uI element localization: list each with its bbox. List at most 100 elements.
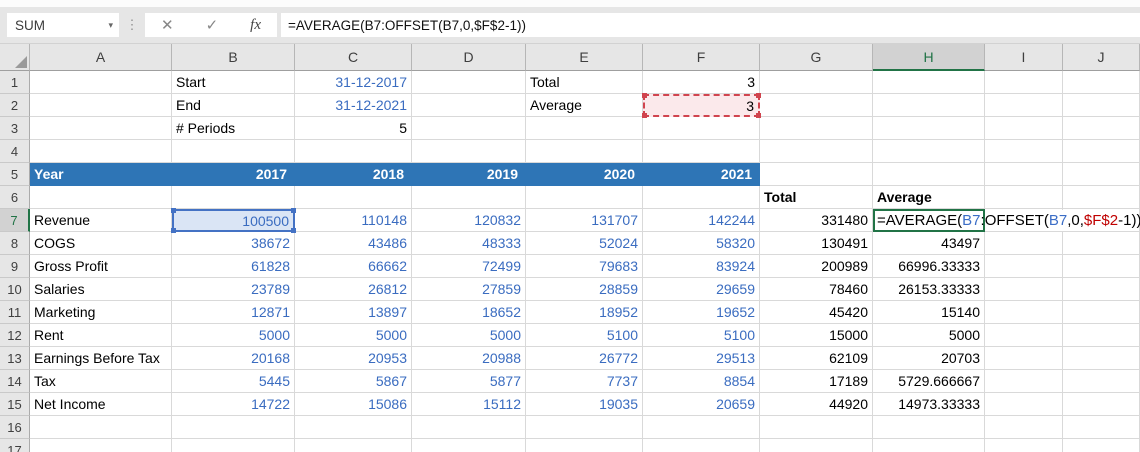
cell-H5[interactable]	[873, 163, 985, 186]
cell-C10[interactable]: 26812	[295, 278, 412, 301]
cell-E10[interactable]: 28859	[526, 278, 643, 301]
selection-handle[interactable]	[642, 93, 647, 98]
cell-E1[interactable]: Total	[526, 71, 643, 94]
cell-I12[interactable]	[985, 324, 1063, 347]
row-header-12[interactable]: 12	[0, 324, 30, 347]
enter-icon[interactable]: ✓	[206, 16, 219, 34]
cell-C17[interactable]	[295, 439, 412, 452]
cell-G15[interactable]: 44920	[760, 393, 873, 416]
cell-I1[interactable]	[985, 71, 1063, 94]
cell-B4[interactable]	[172, 140, 295, 163]
cell-I11[interactable]	[985, 301, 1063, 324]
cell-E7[interactable]: 131707	[526, 209, 643, 232]
cell-A1[interactable]	[30, 71, 172, 94]
selection-handle[interactable]	[756, 93, 761, 98]
cell-B12[interactable]: 5000	[172, 324, 295, 347]
cell-D3[interactable]	[412, 117, 526, 140]
cell-B1[interactable]: Start	[172, 71, 295, 94]
cell-J3[interactable]	[1063, 117, 1140, 140]
cell-C4[interactable]	[295, 140, 412, 163]
cell-D10[interactable]: 27859	[412, 278, 526, 301]
cell-F14[interactable]: 8854	[643, 370, 760, 393]
cell-C7[interactable]: 110148	[295, 209, 412, 232]
row-header-9[interactable]: 9	[0, 255, 30, 278]
cell-B3[interactable]: # Periods	[172, 117, 295, 140]
column-header-I[interactable]: I	[985, 44, 1063, 71]
cell-G2[interactable]	[760, 94, 873, 117]
cell-E6[interactable]	[526, 186, 643, 209]
cell-G14[interactable]: 17189	[760, 370, 873, 393]
cell-C12[interactable]: 5000	[295, 324, 412, 347]
cell-E8[interactable]: 52024	[526, 232, 643, 255]
cell-F10[interactable]: 29659	[643, 278, 760, 301]
cell-A8[interactable]: COGS	[30, 232, 172, 255]
cell-F12[interactable]: 5100	[643, 324, 760, 347]
selection-handle[interactable]	[171, 208, 176, 213]
cell-A6[interactable]	[30, 186, 172, 209]
cell-E4[interactable]	[526, 140, 643, 163]
cell-I15[interactable]	[985, 393, 1063, 416]
cell-H17[interactable]	[873, 439, 985, 452]
column-header-A[interactable]: A	[30, 44, 172, 71]
cell-G9[interactable]: 200989	[760, 255, 873, 278]
cell-D15[interactable]: 15112	[412, 393, 526, 416]
cell-F11[interactable]: 19652	[643, 301, 760, 324]
cell-B2[interactable]: End	[172, 94, 295, 117]
cell-J11[interactable]	[1063, 301, 1140, 324]
cell-B10[interactable]: 23789	[172, 278, 295, 301]
cell-E15[interactable]: 19035	[526, 393, 643, 416]
row-header-17[interactable]: 17	[0, 439, 30, 452]
cell-A9[interactable]: Gross Profit	[30, 255, 172, 278]
cell-J4[interactable]	[1063, 140, 1140, 163]
cell-I2[interactable]	[985, 94, 1063, 117]
cell-A17[interactable]	[30, 439, 172, 452]
cell-F16[interactable]	[643, 416, 760, 439]
row-header-10[interactable]: 10	[0, 278, 30, 301]
cell-B13[interactable]: 20168	[172, 347, 295, 370]
cell-J2[interactable]	[1063, 94, 1140, 117]
cell-D6[interactable]	[412, 186, 526, 209]
cell-F8[interactable]: 58320	[643, 232, 760, 255]
cell-edit-formula[interactable]: =AVERAGE(B7:OFFSET(B7,0, $F$2 -1))	[877, 211, 1140, 230]
cell-F6[interactable]	[643, 186, 760, 209]
cell-J17[interactable]	[1063, 439, 1140, 452]
cell-B11[interactable]: 12871	[172, 301, 295, 324]
row-header-5[interactable]: 5	[0, 163, 30, 186]
cell-J8[interactable]	[1063, 232, 1140, 255]
cell-G16[interactable]	[760, 416, 873, 439]
cell-B5[interactable]: 2017	[172, 163, 295, 186]
selection-handle[interactable]	[291, 228, 296, 233]
cell-G4[interactable]	[760, 140, 873, 163]
cell-I14[interactable]	[985, 370, 1063, 393]
cell-F15[interactable]: 20659	[643, 393, 760, 416]
cell-D16[interactable]	[412, 416, 526, 439]
insert-function-icon[interactable]: fx	[250, 17, 261, 34]
cell-C8[interactable]: 43486	[295, 232, 412, 255]
cell-G6[interactable]: Total	[760, 186, 873, 209]
cell-A10[interactable]: Salaries	[30, 278, 172, 301]
cell-G8[interactable]: 130491	[760, 232, 873, 255]
cell-C16[interactable]	[295, 416, 412, 439]
cell-J5[interactable]	[1063, 163, 1140, 186]
row-header-3[interactable]: 3	[0, 117, 30, 140]
row-header-2[interactable]: 2	[0, 94, 30, 117]
cell-A12[interactable]: Rent	[30, 324, 172, 347]
cell-E16[interactable]	[526, 416, 643, 439]
cell-E11[interactable]: 18952	[526, 301, 643, 324]
cell-C14[interactable]: 5867	[295, 370, 412, 393]
cell-F4[interactable]	[643, 140, 760, 163]
cell-D4[interactable]	[412, 140, 526, 163]
cell-I5[interactable]	[985, 163, 1063, 186]
cell-H2[interactable]	[873, 94, 985, 117]
cell-B8[interactable]: 38672	[172, 232, 295, 255]
selection-handle[interactable]	[756, 113, 761, 118]
cell-J10[interactable]	[1063, 278, 1140, 301]
cell-G12[interactable]: 15000	[760, 324, 873, 347]
cell-D13[interactable]: 20988	[412, 347, 526, 370]
cell-J14[interactable]	[1063, 370, 1140, 393]
cell-E3[interactable]	[526, 117, 643, 140]
cell-B14[interactable]: 5445	[172, 370, 295, 393]
cell-A2[interactable]	[30, 94, 172, 117]
cell-A3[interactable]	[30, 117, 172, 140]
column-header-E[interactable]: E	[526, 44, 643, 71]
